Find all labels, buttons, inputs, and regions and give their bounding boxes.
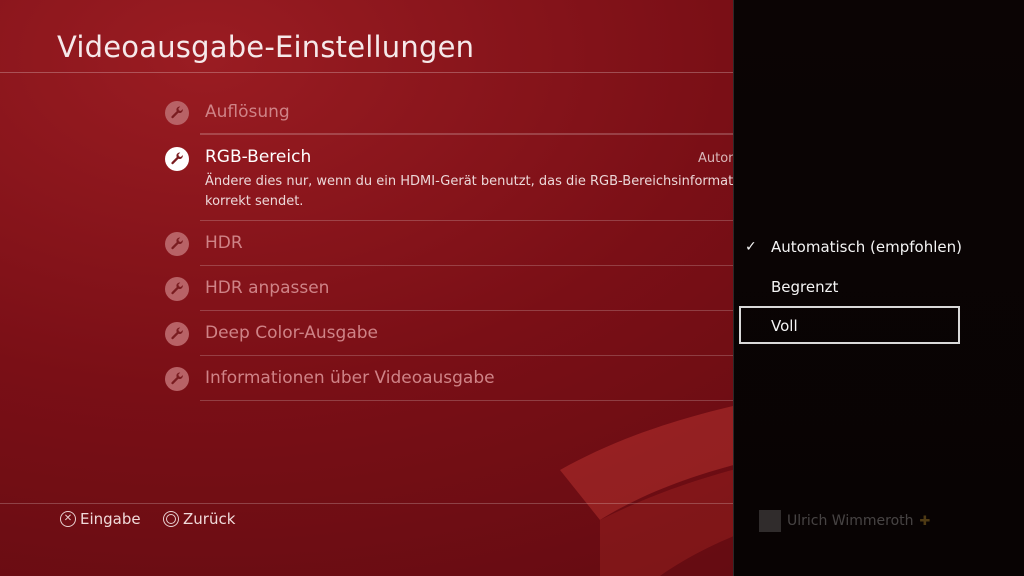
settings-menu-lower: HDR HDR anpassen Deep Color-Ausgabe Info… [160,221,735,401]
option-label: Automatisch (empfohlen) [771,238,962,256]
menu-item-hdr-anpassen[interactable]: HDR anpassen [160,266,735,311]
wrench-icon [165,367,189,391]
cross-button-icon: ✕ [60,511,76,527]
menu-item-label: HDR [205,233,243,253]
menu-item-label: Deep Color-Ausgabe [205,323,378,343]
wrench-icon [165,322,189,346]
page-title: Videoausgabe-Einstellungen [57,30,475,64]
avatar [759,510,781,532]
menu-item-label: HDR anpassen [205,278,330,298]
option-label: Begrenzt [771,278,839,296]
circle-button-icon [163,511,179,527]
menu-item-hdr[interactable]: HDR [160,221,735,266]
user-badge: Ulrich Wimmeroth ✚ [759,510,930,532]
ps-plus-icon: ✚ [919,513,931,529]
options-panel: ✓ Automatisch (empfohlen) Begrenzt Voll … [733,0,1024,576]
checkmark-icon: ✓ [745,239,757,255]
menu-item-label: Informationen über Videoausgabe [205,368,495,388]
option-begrenzt[interactable]: Begrenzt [734,268,1024,308]
enter-label: Eingabe [80,510,141,528]
divider [200,134,735,135]
footer-divider [0,503,735,504]
back-hint[interactable]: Zurück [163,510,235,528]
divider [200,400,735,401]
wrench-icon [165,232,189,256]
title-divider [0,72,735,73]
wrench-icon [165,147,189,171]
wrench-icon [165,277,189,301]
menu-item-label: RGB-Bereich [205,147,312,167]
menu-item-deep-color[interactable]: Deep Color-Ausgabe [160,311,735,356]
user-name: Ulrich Wimmeroth [787,513,914,529]
enter-hint[interactable]: ✕ Eingabe [60,510,141,528]
back-label: Zurück [183,510,236,528]
option-voll[interactable]: Voll [734,306,1024,347]
option-label: Voll [771,317,798,335]
menu-item-info-videoausgabe[interactable]: Informationen über Videoausgabe [160,356,735,401]
option-automatisch[interactable]: ✓ Automatisch (empfohlen) [734,228,1024,268]
